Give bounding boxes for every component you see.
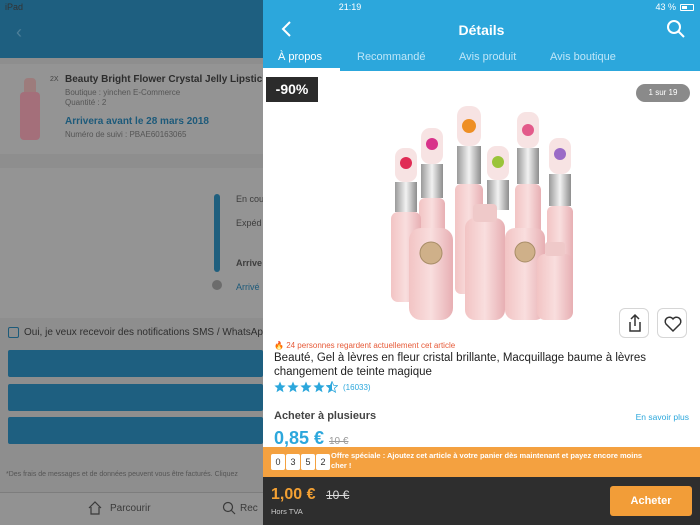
product-title: Beauté, Gel à lèvres en fleur cristal br…: [274, 352, 647, 378]
multi-price: 0,85 €: [274, 428, 325, 448]
order-quantity: Quantité : 2: [65, 98, 107, 107]
favorite-button[interactable]: [657, 308, 687, 338]
flame-icon: 🔥: [274, 341, 287, 350]
discount-badge: -90%: [266, 77, 318, 102]
price-old: 10 €: [326, 488, 350, 502]
tracking-timeline: En cou Expéd Arrive Arrivé: [0, 168, 263, 318]
rating-stars[interactable]: [274, 381, 338, 393]
search-icon[interactable]: [666, 19, 686, 39]
quantity-badge: 2X: [50, 76, 59, 83]
order-arrival: Arrivera avant le 28 mars 2018: [65, 116, 209, 127]
share-button[interactable]: [619, 308, 649, 338]
notify-checkbox[interactable]: [8, 327, 19, 338]
timeline-step: Expéd: [236, 218, 262, 228]
special-offer-banner: 0 3 : 5 2 Offre spéciale : Ajoutez cet a…: [263, 447, 700, 477]
countdown-digit: 3: [286, 454, 300, 470]
purchase-bar: 1,00 € 10 € Hors TVA Acheter: [263, 477, 700, 525]
watchers-notice: 🔥 24 personnes regardent actuellement ce…: [274, 341, 455, 350]
countdown-digit: 5: [301, 454, 315, 470]
timeline-bar: [214, 194, 220, 272]
tab-browse[interactable]: Parcourir: [110, 503, 151, 514]
footnote: *Des frais de messages et de données peu…: [6, 471, 238, 478]
learn-more-link[interactable]: En savoir plus: [636, 412, 689, 422]
heart-icon: [664, 316, 682, 333]
background-button[interactable]: [8, 350, 263, 377]
details-panel: Détails À propos Recommandé Avis produit…: [263, 0, 700, 525]
share-icon: [629, 313, 641, 332]
background-button[interactable]: [8, 384, 263, 411]
background-tabbar: Parcourir Rec: [0, 492, 263, 525]
buy-multiple-heading: Acheter à plusieurs: [274, 410, 377, 422]
battery-icon: [680, 3, 694, 11]
price: 1,00 €: [271, 486, 316, 503]
vat-label: Hors TVA: [271, 507, 303, 516]
notify-label: Oui, je veux recevoir des notifications …: [24, 327, 263, 338]
countdown-digit: 0: [271, 454, 285, 470]
background-page[interactable]: ‹ 2X Beauty Bright Flower Crystal Jelly …: [0, 0, 263, 525]
buy-button[interactable]: Acheter: [610, 486, 692, 516]
active-tab-indicator: [263, 68, 340, 71]
star-icon: [313, 381, 325, 393]
order-tracking: Numéro de suivi : PBAE60163065: [65, 130, 187, 139]
review-count[interactable]: (16033): [343, 383, 371, 392]
status-right: 43 %: [655, 2, 694, 12]
order-thumbnail: [14, 78, 46, 140]
battery-percent: 43 %: [655, 2, 676, 12]
star-icon: [287, 381, 299, 393]
page-title: Détails: [458, 22, 505, 38]
order-card: 2X Beauty Bright Flower Crystal Jelly Li…: [0, 64, 263, 154]
product-image[interactable]: [369, 78, 595, 324]
order-product-title: Beauty Bright Flower Crystal Jelly Lipst…: [65, 74, 263, 85]
order-shop: Boutique : yinchen E-Commerce: [65, 88, 181, 97]
search-icon: [222, 501, 236, 515]
details-tabs: À propos Recommandé Avis produit Avis bo…: [263, 45, 700, 71]
timeline-step: En cou: [236, 194, 263, 204]
clock: 21:19: [338, 2, 362, 12]
half-star-icon: [326, 381, 338, 393]
background-back-icon: ‹: [16, 22, 22, 42]
image-counter: 1 sur 19: [636, 84, 690, 102]
home-icon: [88, 501, 102, 515]
watchers-text: 24 personnes regardent actuellement cet …: [286, 341, 456, 350]
tab-about[interactable]: À propos: [278, 51, 322, 63]
timeline-step: Arrive: [236, 258, 263, 268]
tab-search[interactable]: Rec: [240, 503, 258, 514]
star-icon: [274, 381, 286, 393]
countdown-digit: 2: [316, 454, 330, 470]
status-bar: iPad 21:19 43 %: [0, 0, 700, 14]
star-icon: [300, 381, 312, 393]
background-button[interactable]: [8, 417, 263, 444]
multi-price-old: 10 €: [329, 436, 349, 447]
tab-recommended[interactable]: Recommandé: [357, 51, 425, 63]
timeline-step: Arrivé: [236, 282, 260, 292]
tab-product-reviews[interactable]: Avis produit: [459, 51, 516, 63]
offer-text: Offre spéciale : Ajoutez cet article à v…: [331, 451, 643, 470]
timeline-dot: [212, 280, 222, 290]
tab-shop-reviews[interactable]: Avis boutique: [550, 51, 616, 63]
